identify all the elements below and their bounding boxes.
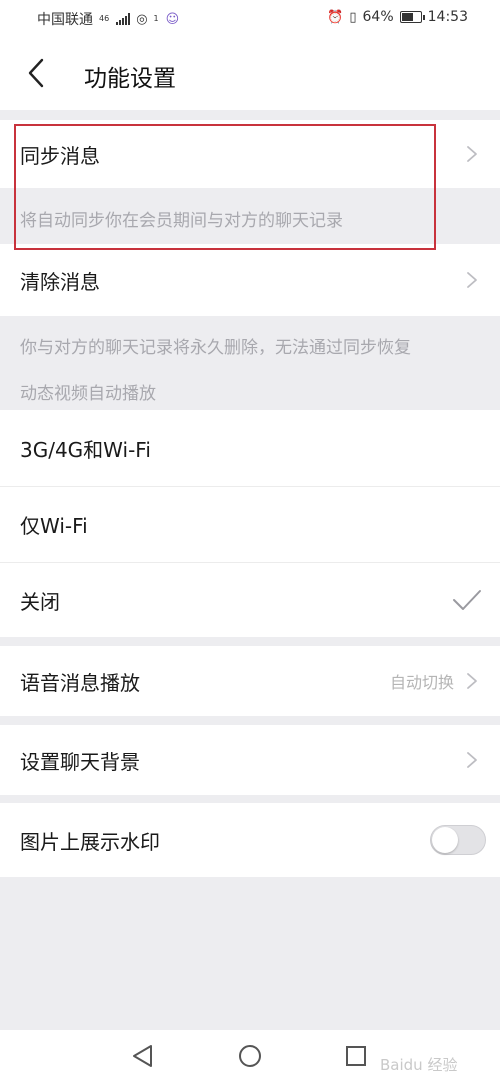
autoplay-option-label: 3G/4G和Wi-Fi xyxy=(20,437,151,462)
autoplay-option-label: 仅Wi-Fi xyxy=(20,514,88,538)
baidu-watermark: Baidu 经验 xyxy=(380,1056,458,1074)
app-header: 功能设置 xyxy=(0,36,500,110)
page-title: 功能设置 xyxy=(84,66,176,92)
chat-background-label: 设置聊天背景 xyxy=(20,749,140,774)
battery-icon xyxy=(399,11,425,23)
nav-home-icon[interactable] xyxy=(238,1044,262,1068)
nav-back-icon[interactable] xyxy=(132,1044,154,1068)
highlight-frame xyxy=(14,124,436,250)
status-right: ⏰ ▯ 64% 14:53 xyxy=(327,9,468,25)
voice-playback-label: 语音消息播放 xyxy=(20,670,140,695)
image-watermark-row: 图片上展示水印 xyxy=(0,803,500,877)
hotspot-count: 1 xyxy=(153,14,159,23)
autoplay-option-off[interactable]: 关闭 xyxy=(0,563,500,637)
image-watermark-label: 图片上展示水印 xyxy=(20,829,160,854)
clear-description: 你与对方的聊天记录将永久删除，无法通过同步恢复 动态视频自动播放 xyxy=(0,316,500,410)
chevron-right-icon xyxy=(467,146,477,162)
autoplay-option-mobile-wifi[interactable]: 3G/4G和Wi-Fi xyxy=(0,410,500,486)
signal-icon xyxy=(116,13,131,25)
chat-background-row[interactable]: 设置聊天背景 xyxy=(0,725,500,795)
network-type-tag: 46 xyxy=(99,14,110,23)
autoplay-option-label: 关闭 xyxy=(20,589,60,614)
alarm-icon: ⏰ xyxy=(327,9,344,25)
toggle-knob xyxy=(432,827,458,853)
clock: 14:53 xyxy=(427,9,468,25)
chevron-right-icon xyxy=(467,272,477,288)
app-notification-icon: ☺ xyxy=(165,11,180,27)
autoplay-option-wifi-only[interactable]: 仅Wi-Fi xyxy=(0,487,500,562)
voice-playback-row[interactable]: 语音消息播放 自动切换 xyxy=(0,646,500,716)
back-arrow-icon[interactable] xyxy=(24,56,50,90)
carrier-name: 中国联通 xyxy=(37,12,93,28)
system-nav-bar: Baidu 经验 xyxy=(0,1030,500,1083)
status-left: 中国联通 46 ◎ 1 ☺ xyxy=(37,9,179,29)
clear-messages-label: 清除消息 xyxy=(20,269,100,294)
hotspot-icon: ◎ xyxy=(136,11,148,27)
clear-messages-row[interactable]: 清除消息 xyxy=(0,244,500,316)
vibrate-icon: ▯ xyxy=(349,9,357,25)
battery-fill xyxy=(401,13,413,21)
clear-description-text: 你与对方的聊天记录将永久删除，无法通过同步恢复 xyxy=(20,338,411,358)
autoplay-section-title: 动态视频自动播放 xyxy=(20,384,156,404)
chevron-right-icon xyxy=(467,673,477,689)
checkmark-icon xyxy=(453,590,481,610)
chevron-right-icon xyxy=(467,752,477,768)
image-watermark-toggle[interactable] xyxy=(430,825,486,855)
voice-playback-value: 自动切换 xyxy=(389,673,454,692)
status-bar: 中国联通 46 ◎ 1 ☺ ⏰ ▯ 64% 14:53 xyxy=(0,0,500,36)
battery-percent: 64% xyxy=(362,9,394,25)
nav-recent-apps-icon[interactable] xyxy=(345,1045,367,1067)
